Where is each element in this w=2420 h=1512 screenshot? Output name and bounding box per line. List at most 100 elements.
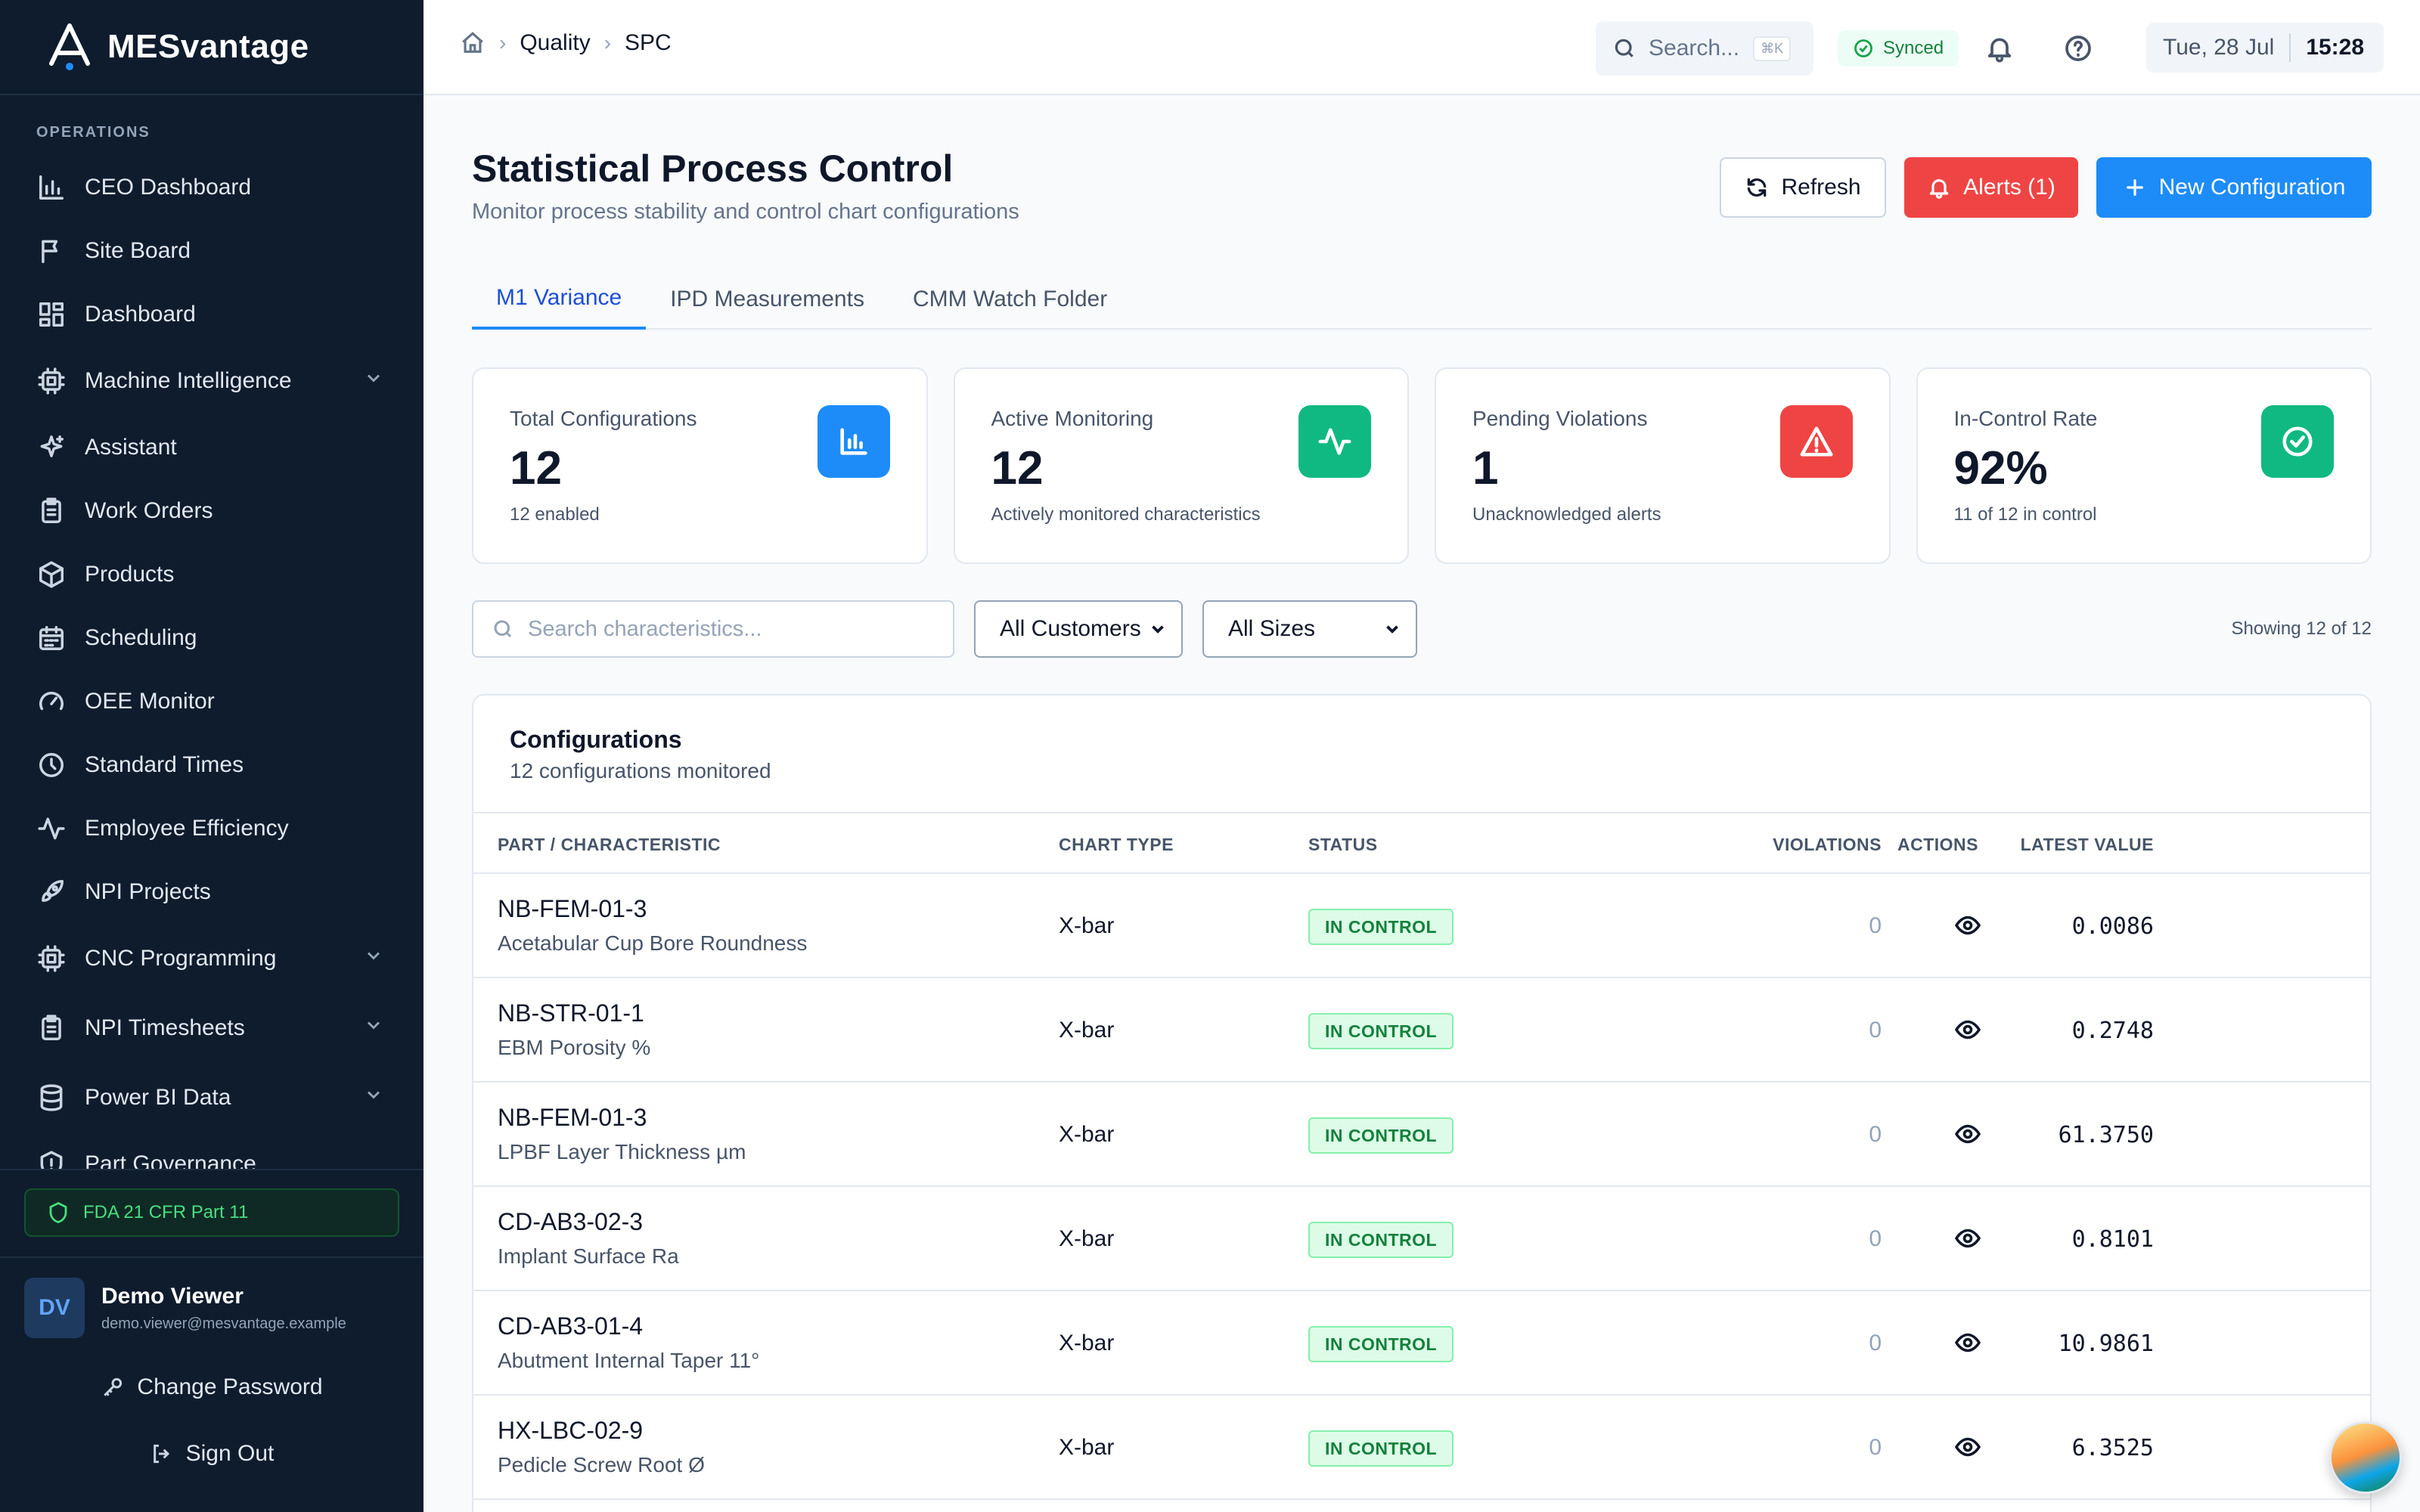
home-icon[interactable] xyxy=(460,30,486,56)
sidebar-item-products[interactable]: Products xyxy=(0,543,424,606)
violation-count: 0 xyxy=(1869,1018,1882,1043)
sidebar-item-label: Dashboard xyxy=(85,302,196,327)
stat-subtext: 12 enabled xyxy=(510,504,600,525)
new-configuration-button[interactable]: New Configuration xyxy=(2096,157,2372,218)
column-header-part[interactable]: PART / CHARACTERISTIC xyxy=(498,835,721,855)
characteristic-name: EBM Porosity % xyxy=(498,1036,651,1059)
view-button[interactable] xyxy=(1954,1225,1984,1255)
sparkles-icon xyxy=(36,432,67,463)
sidebar-item-employee-efficiency[interactable]: Employee Efficiency xyxy=(0,797,424,860)
sidebar-item-dashboard[interactable]: Dashboard xyxy=(0,283,424,346)
refresh-button[interactable]: Refresh xyxy=(1720,157,1886,218)
status-badge: IN CONTROL xyxy=(1308,1430,1454,1467)
breadcrumb: › Quality › SPC xyxy=(460,30,672,56)
table-row[interactable]: NB-FEM-01-3 LPBF Layer Thickness µm X-ba… xyxy=(473,1083,2370,1187)
sidebar-item-label: Part Governance xyxy=(85,1151,256,1169)
table-row[interactable]: CD-AB3-02-3 Implant Surface Ra X-bar IN … xyxy=(473,1187,2370,1291)
table-subtitle: 12 configurations monitored xyxy=(510,759,771,782)
size-select[interactable]: All Sizes xyxy=(1202,600,1417,658)
tab-cmm-watch-folder[interactable]: CMM Watch Folder xyxy=(889,269,1131,330)
table-header: PART / CHARACTERISTIC CHART TYPE STATUS … xyxy=(473,812,2370,874)
tab-ipd-measurements[interactable]: IPD Measurements xyxy=(646,269,889,330)
sidebar-item-ceo-dashboard[interactable]: CEO Dashboard xyxy=(0,156,424,219)
sidebar-item-npi-projects[interactable]: NPI Projects xyxy=(0,860,424,924)
stat-subtext: Actively monitored characteristics xyxy=(991,504,1261,525)
sign-out-button[interactable]: Sign Out xyxy=(0,1441,424,1467)
violation-count: 0 xyxy=(1869,1226,1882,1251)
characteristic-name: Acetabular Cup Bore Roundness xyxy=(498,931,808,955)
global-search[interactable]: Search... ⌘K xyxy=(1596,21,1813,76)
sidebar-item-standard-times[interactable]: Standard Times xyxy=(0,733,424,797)
view-button[interactable] xyxy=(1954,1433,1984,1464)
view-button[interactable] xyxy=(1954,1016,1984,1046)
user-profile[interactable]: DV Demo Viewer demo.viewer@mesvantage.ex… xyxy=(24,1278,346,1338)
view-button[interactable] xyxy=(1954,1120,1984,1151)
sidebar-nav: OPERATIONS CEO Dashboard Site Board Dash… xyxy=(0,95,424,1169)
refresh-icon xyxy=(1748,178,1767,197)
sidebar-item-label: Products xyxy=(85,562,175,587)
characteristic-name: Implant Surface Ra xyxy=(498,1244,679,1268)
refresh-label: Refresh xyxy=(1781,175,1861,200)
brand-name: MESvantage xyxy=(107,28,309,65)
search-icon xyxy=(494,620,512,638)
chart-type: X-bar xyxy=(1059,1018,1115,1043)
part-number: CD-AB3-02-3 xyxy=(498,1208,644,1235)
breadcrumb-item-quality[interactable]: Quality xyxy=(520,30,590,56)
sidebar-item-label: Scheduling xyxy=(85,625,197,650)
change-password-button[interactable]: Change Password xyxy=(0,1374,424,1400)
global-search-placeholder: Search... xyxy=(1649,36,1740,60)
stat-card-total-configurations: Total Configurations 12 12 enabled xyxy=(472,367,928,564)
characteristic-search[interactable] xyxy=(472,600,954,658)
status-badge: IN CONTROL xyxy=(1308,1222,1454,1258)
flag-icon xyxy=(36,236,67,266)
column-header-latest-value[interactable]: LATEST VALUE xyxy=(2021,835,2154,855)
cpu-icon xyxy=(36,943,67,974)
grid-icon xyxy=(36,299,67,330)
sidebar-item-npi-timesheets[interactable]: NPI Timesheets xyxy=(0,993,424,1063)
sidebar: MESvantage OPERATIONS CEO Dashboard Site… xyxy=(0,0,424,1512)
sidebar-item-machine-intelligence[interactable]: Machine Intelligence xyxy=(0,346,424,416)
customer-select[interactable]: All Customers xyxy=(974,600,1183,658)
table-row[interactable]: HX-LBC-02-9 Pedicle Screw Root Ø X-bar I… xyxy=(473,1396,2370,1500)
view-button[interactable] xyxy=(1954,912,1984,942)
sidebar-item-power-bi-data[interactable]: Power BI Data xyxy=(0,1063,424,1132)
brand[interactable]: MESvantage xyxy=(0,0,424,95)
eye-icon xyxy=(1954,916,1981,935)
sidebar-item-oee-monitor[interactable]: OEE Monitor xyxy=(0,670,424,733)
table-row[interactable]: NB-FEM-01-3 Acetabular Cup Bore Roundnes… xyxy=(473,874,2370,978)
part-number: CD-AB3-01-4 xyxy=(498,1312,644,1340)
rocket-icon xyxy=(36,877,67,907)
chevron-down-icon[interactable] xyxy=(363,1084,384,1111)
sidebar-item-cnc-programming[interactable]: CNC Programming xyxy=(0,924,424,993)
alerts-button[interactable]: Alerts (1) xyxy=(1904,157,2078,218)
table-row[interactable]: CD-AB3-01-4 Abutment Internal Taper 11° … xyxy=(473,1291,2370,1396)
table-row[interactable]: NB-STR-01-1 EBM Porosity % X-bar IN CONT… xyxy=(473,978,2370,1083)
sidebar-item-scheduling[interactable]: Scheduling xyxy=(0,606,424,670)
column-header-violations[interactable]: VIOLATIONS xyxy=(1773,835,1882,855)
tab-m1-variance[interactable]: M1 Variance xyxy=(472,269,647,330)
view-button[interactable] xyxy=(1954,1329,1984,1359)
column-header-chart-type[interactable]: CHART TYPE xyxy=(1059,835,1174,855)
chevron-down-icon[interactable] xyxy=(363,1015,384,1042)
user-name: Demo Viewer xyxy=(101,1283,244,1309)
alerts-label: Alerts (1) xyxy=(1963,175,2055,200)
change-password-label: Change Password xyxy=(137,1374,323,1399)
help-button[interactable] xyxy=(2059,29,2098,68)
assistant-launcher-button[interactable] xyxy=(2329,1421,2402,1494)
sidebar-item-label: Machine Intelligence xyxy=(85,368,292,393)
column-header-status[interactable]: STATUS xyxy=(1308,835,1378,855)
notifications-button[interactable] xyxy=(1980,29,2019,68)
check-circle-icon xyxy=(2261,405,2334,478)
violation-count: 0 xyxy=(1869,1331,1882,1356)
chevron-down-icon[interactable] xyxy=(363,945,384,972)
sidebar-item-part-governance[interactable]: Part Governance xyxy=(0,1132,424,1169)
sidebar-item-assistant[interactable]: Assistant xyxy=(0,416,424,479)
sign-out-label: Sign Out xyxy=(185,1441,275,1466)
sidebar-item-site-board[interactable]: Site Board xyxy=(0,219,424,283)
column-header-actions: ACTIONS xyxy=(1897,835,1978,854)
characteristic-search-input[interactable] xyxy=(528,616,951,642)
sidebar-item-label: CEO Dashboard xyxy=(85,175,252,200)
sidebar-item-work-orders[interactable]: Work Orders xyxy=(0,479,424,543)
status-badge: IN CONTROL xyxy=(1308,1326,1454,1362)
chevron-down-icon[interactable] xyxy=(363,367,384,395)
